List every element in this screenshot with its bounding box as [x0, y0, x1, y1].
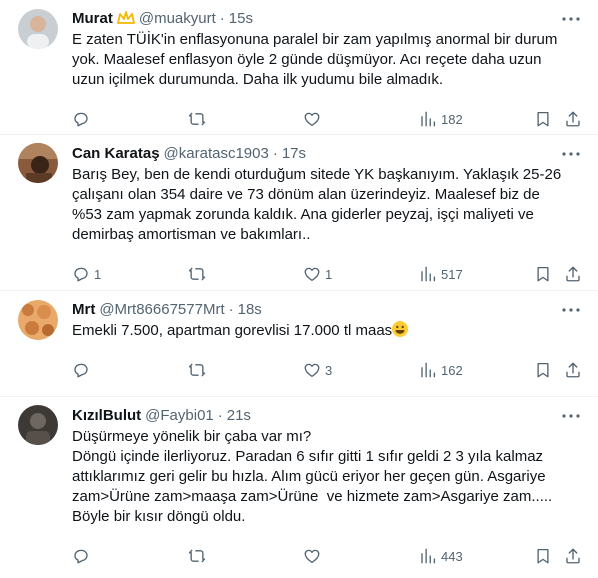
bookmark-icon	[534, 265, 552, 283]
reply-count: 1	[94, 266, 102, 282]
tweet-text: Barış Bey, ben de kendi oturduğum sitede…	[72, 166, 566, 243]
like-icon	[303, 110, 321, 128]
timestamp[interactable]: 17s	[282, 145, 306, 162]
retweet-button[interactable]	[188, 361, 210, 379]
bookmark-icon	[534, 361, 552, 379]
tweet-header: Can Karataş @karatasc1903 · 17s	[72, 143, 582, 163]
like-button[interactable]: 1	[303, 265, 332, 283]
like-button[interactable]: 3	[303, 361, 332, 379]
display-name[interactable]: Murat	[72, 10, 113, 27]
share-icon	[564, 547, 582, 565]
timestamp[interactable]: 18s	[238, 301, 262, 318]
separator-dot: ·	[219, 9, 225, 27]
views-icon	[419, 110, 437, 128]
more-icon[interactable]	[562, 145, 580, 163]
avatar[interactable]	[18, 300, 58, 340]
tweet[interactable]: Murat @muakyurt · 15s E zaten TÜİK'in en…	[0, 0, 598, 135]
tweet-header: Murat @muakyurt · 15s	[72, 8, 582, 28]
crown-badge-icon	[116, 11, 135, 25]
display-name[interactable]: Can Karataş	[72, 145, 160, 162]
bookmark-icon	[534, 110, 552, 128]
share-button[interactable]	[564, 361, 582, 379]
bookmark-icon	[534, 547, 552, 565]
user-handle[interactable]: @muakyurt	[139, 10, 216, 27]
tweet-actions: 3 162	[72, 348, 582, 392]
tweet-actions: 443	[72, 534, 582, 578]
bookmark-button[interactable]	[534, 265, 552, 283]
views-button[interactable]: 517	[419, 265, 463, 283]
retweet-icon	[188, 265, 206, 283]
bookmark-button[interactable]	[534, 547, 552, 565]
retweet-button[interactable]	[188, 110, 210, 128]
views-icon	[419, 547, 437, 565]
tweet-text: E zaten TÜİK'in enflasyonuna paralel bir…	[72, 31, 562, 88]
share-icon	[564, 361, 582, 379]
bookmark-button[interactable]	[534, 110, 552, 128]
share-icon	[564, 265, 582, 283]
like-count: 1	[325, 266, 333, 282]
timestamp[interactable]: 15s	[229, 10, 253, 27]
views-icon	[419, 265, 437, 283]
separator-dot: ·	[217, 406, 223, 424]
reply-button[interactable]	[72, 110, 94, 128]
reply-button[interactable]	[72, 361, 94, 379]
share-button[interactable]	[564, 547, 582, 565]
like-button[interactable]	[303, 110, 325, 128]
reply-icon	[72, 110, 90, 128]
retweet-button[interactable]	[188, 547, 210, 565]
tweet[interactable]: KızılBulut @Faybi01 · 21s Düşürmeye yöne…	[0, 397, 598, 573]
tweet-text: Düşürmeye yönelik bir çaba var mı? Döngü…	[72, 428, 553, 525]
like-icon	[303, 265, 321, 283]
tweet-header: Mrt @Mrt86667577Mrt · 18s	[72, 299, 582, 319]
user-handle[interactable]: @karatasc1903	[164, 145, 269, 162]
tweet[interactable]: Can Karataş @karatasc1903 · 17s Barış Be…	[0, 135, 598, 291]
tweet[interactable]: Mrt @Mrt86667577Mrt · 18s Emekli 7.500, …	[0, 291, 598, 397]
reply-button[interactable]	[72, 547, 94, 565]
retweet-icon	[188, 110, 206, 128]
user-handle[interactable]: @Mrt86667577Mrt	[99, 301, 224, 318]
views-count: 517	[441, 266, 463, 282]
like-button[interactable]	[303, 547, 325, 565]
user-handle[interactable]: @Faybi01	[145, 407, 214, 424]
views-button[interactable]: 162	[419, 361, 463, 379]
reply-icon	[72, 361, 90, 379]
grinning-face-emoji-icon	[392, 321, 409, 337]
share-button[interactable]	[564, 110, 582, 128]
like-icon	[303, 361, 321, 379]
timestamp[interactable]: 21s	[227, 407, 251, 424]
views-count: 443	[441, 548, 463, 564]
avatar[interactable]	[18, 405, 58, 445]
separator-dot: ·	[272, 144, 278, 162]
share-button[interactable]	[564, 265, 582, 283]
views-button[interactable]: 182	[419, 110, 463, 128]
share-icon	[564, 110, 582, 128]
reply-icon	[72, 265, 90, 283]
retweet-button[interactable]	[188, 265, 210, 283]
separator-dot: ·	[228, 300, 234, 318]
retweet-icon	[188, 361, 206, 379]
tweet-text-content: Emekli 7.500, apartman gorevlisi 17.000 …	[72, 322, 393, 339]
reply-icon	[72, 547, 90, 565]
avatar[interactable]	[18, 9, 58, 49]
display-name[interactable]: KızılBulut	[72, 407, 141, 424]
reply-button[interactable]: 1	[72, 265, 101, 283]
retweet-icon	[188, 547, 206, 565]
like-icon	[303, 547, 321, 565]
display-name[interactable]: Mrt	[72, 301, 95, 318]
tweet-text: Emekli 7.500, apartman gorevlisi 17.000 …	[72, 321, 582, 341]
views-button[interactable]: 443	[419, 547, 463, 565]
more-icon[interactable]	[562, 407, 580, 425]
bookmark-button[interactable]	[534, 361, 552, 379]
views-count: 162	[441, 362, 463, 378]
more-icon[interactable]	[562, 301, 580, 319]
avatar[interactable]	[18, 143, 58, 183]
views-count: 182	[441, 111, 463, 127]
like-count: 3	[325, 362, 333, 378]
views-icon	[419, 361, 437, 379]
tweet-header: KızılBulut @Faybi01 · 21s	[72, 405, 582, 425]
tweet-actions: 1 1 517	[72, 252, 582, 296]
more-icon[interactable]	[562, 10, 580, 28]
